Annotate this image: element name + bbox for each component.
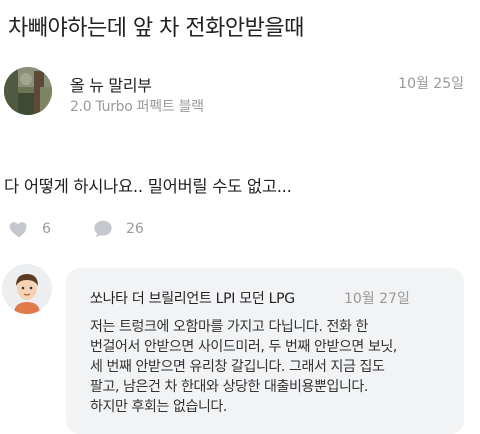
post-body: 다 어떻게 하시나요.. 밀어버릴 수도 없고...: [4, 177, 292, 196]
author-avatar[interactable]: [4, 67, 52, 115]
comment-text-line: 저는 트렁크에 오함마를 가지고 다닙니다. 전화 한: [90, 319, 368, 335]
commenter-avatar[interactable]: [2, 264, 52, 314]
comment-card: 쏘나타 더 브릴리언트 LPI 모던 LPG 10월 27일 저는 트렁크에 오…: [66, 268, 464, 434]
author-car-model: 2.0 Turbo 퍼펙트 블랙: [70, 99, 204, 115]
comment-text-line: 번걸어서 안받으면 사이드미러, 두 번째 안받으면 보닛,: [90, 339, 397, 355]
like-count: 6: [42, 221, 51, 237]
comment-text-line: 하지만 후회는 없습니다.: [90, 399, 227, 415]
post-author-row[interactable]: 올 뉴 말리부 2.0 Turbo 퍼펙트 블랙 10월 25일: [0, 64, 480, 120]
commenter-name[interactable]: 쏘나타 더 브릴리언트 LPI 모던 LPG: [90, 288, 295, 308]
comment-text-line: 팔고, 남은건 차 한대와 상당한 대출비용뿐입니다.: [90, 379, 368, 395]
comment-date: 10월 27일: [344, 291, 410, 307]
post-title: 차빼야하는데 앞 차 전화안받을때: [8, 16, 304, 41]
post-stats: 6 26: [0, 218, 480, 242]
author-name[interactable]: 올 뉴 말리부: [70, 72, 152, 96]
comment-count: 26: [126, 221, 144, 237]
post-date: 10월 25일: [398, 76, 464, 92]
comment-button[interactable]: 26: [92, 218, 144, 240]
like-button[interactable]: 6: [8, 218, 51, 240]
comment-text-line: 세 번째 안받으면 유리창 갈깁니다. 그래서 지금 집도: [90, 359, 385, 375]
comment-text: 저는 트렁크에 오함마를 가지고 다닙니다. 전화 한 번걸어서 안받으면 사이…: [90, 317, 460, 417]
heart-icon: [8, 218, 30, 240]
speech-bubble-icon: [92, 218, 114, 240]
